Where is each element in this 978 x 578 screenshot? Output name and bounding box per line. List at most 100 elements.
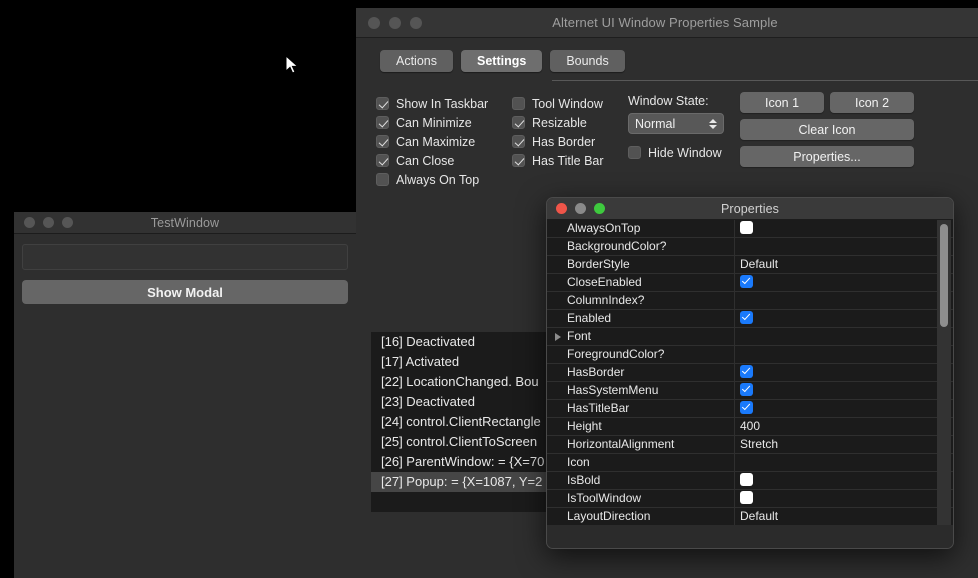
- checkbox-icon[interactable]: [740, 401, 753, 414]
- checkbox-icon[interactable]: [376, 97, 389, 110]
- checkbox-icon[interactable]: [512, 154, 525, 167]
- checkbox-hide-window[interactable]: Hide Window: [628, 143, 724, 162]
- checkbox-show-in-taskbar[interactable]: Show In Taskbar: [376, 94, 488, 113]
- checkbox-label: Show In Taskbar: [396, 97, 488, 111]
- minimize-icon[interactable]: [389, 17, 401, 29]
- close-icon[interactable]: [24, 217, 35, 228]
- properties-button[interactable]: Properties...: [740, 146, 914, 167]
- property-name: IsToolWindow: [547, 490, 735, 507]
- property-row[interactable]: BorderStyle Default: [547, 256, 953, 274]
- checkbox-icon[interactable]: [628, 146, 641, 159]
- checkbox-icon[interactable]: [740, 491, 753, 504]
- checkbox-icon[interactable]: [740, 221, 753, 234]
- property-value[interactable]: [735, 274, 953, 291]
- test-window-body: Show Modal: [14, 234, 356, 304]
- property-row[interactable]: IsBold: [547, 472, 953, 490]
- test-window-titlebar[interactable]: TestWindow: [14, 212, 356, 234]
- property-row[interactable]: Icon: [547, 454, 953, 472]
- property-value[interactable]: 400: [735, 418, 953, 435]
- property-value[interactable]: [735, 310, 953, 327]
- window-state-select[interactable]: Normal: [628, 113, 724, 134]
- property-row[interactable]: Height400: [547, 418, 953, 436]
- property-name: BorderStyle: [547, 256, 735, 273]
- main-window-traffic-lights[interactable]: [356, 17, 422, 29]
- property-value[interactable]: Default: [735, 508, 953, 525]
- property-row[interactable]: HasBorder: [547, 364, 953, 382]
- property-grid-scrollbar[interactable]: [937, 220, 951, 525]
- property-value[interactable]: [735, 472, 953, 489]
- checkbox-can-minimize[interactable]: Can Minimize: [376, 113, 488, 132]
- checkbox-icon[interactable]: [740, 365, 753, 378]
- properties-dialog[interactable]: Properties AlwaysOnTopBackgroundColor?Bo…: [546, 197, 954, 549]
- property-name: AlwaysOnTop: [547, 220, 735, 237]
- property-name: BackgroundColor?: [547, 238, 735, 255]
- checkbox-icon[interactable]: [376, 116, 389, 129]
- properties-dialog-titlebar[interactable]: Properties: [547, 198, 953, 220]
- checkbox-has-border[interactable]: Has Border: [512, 132, 604, 151]
- checkbox-icon[interactable]: [740, 275, 753, 288]
- property-row[interactable]: ColumnIndex?: [547, 292, 953, 310]
- clear-icon-button[interactable]: Clear Icon: [740, 119, 914, 140]
- property-row[interactable]: HorizontalAlignmentStretch: [547, 436, 953, 454]
- window-state-label: Window State:: [628, 94, 724, 108]
- properties-dialog-traffic-lights[interactable]: [547, 203, 605, 214]
- property-row[interactable]: HasSystemMenu: [547, 382, 953, 400]
- checkbox-tool-window[interactable]: Tool Window: [512, 94, 604, 113]
- icon-2-button[interactable]: Icon 2: [830, 92, 914, 113]
- checkbox-icon[interactable]: [512, 116, 525, 129]
- checkbox-icon[interactable]: [512, 135, 525, 148]
- property-name-label: BorderStyle: [567, 257, 630, 271]
- scrollbar-thumb[interactable]: [940, 224, 948, 327]
- property-value[interactable]: [735, 364, 953, 381]
- checkbox-has-title-bar[interactable]: Has Title Bar: [512, 151, 604, 170]
- property-row[interactable]: Font: [547, 328, 953, 346]
- maximize-icon[interactable]: [62, 217, 73, 228]
- checkbox-resizable[interactable]: Resizable: [512, 113, 604, 132]
- property-value[interactable]: Stretch: [735, 436, 953, 453]
- property-grid[interactable]: AlwaysOnTopBackgroundColor? BorderStyle De…: [547, 220, 953, 525]
- checkbox-icon[interactable]: [376, 154, 389, 167]
- property-row[interactable]: HasTitleBar: [547, 400, 953, 418]
- main-window-titlebar[interactable]: Alternet UI Window Properties Sample: [356, 8, 978, 38]
- property-row[interactable]: LayoutDirectionDefault: [547, 508, 953, 525]
- maximize-icon[interactable]: [594, 203, 605, 214]
- property-value[interactable]: [735, 490, 953, 507]
- tab-bounds[interactable]: Bounds: [550, 50, 624, 72]
- test-window-traffic-lights[interactable]: [14, 217, 73, 228]
- minimize-icon[interactable]: [575, 203, 586, 214]
- property-name-label: IsBold: [567, 473, 600, 487]
- checkbox-icon[interactable]: [512, 97, 525, 110]
- tab-bar[interactable]: Actions Settings Bounds: [356, 38, 978, 72]
- maximize-icon[interactable]: [410, 17, 422, 29]
- checkbox-icon[interactable]: [740, 383, 753, 396]
- property-value[interactable]: Default: [735, 256, 953, 273]
- property-row[interactable]: BackgroundColor?: [547, 238, 953, 256]
- close-icon[interactable]: [556, 203, 567, 214]
- tab-actions[interactable]: Actions: [380, 50, 453, 72]
- test-window-text-input[interactable]: [22, 244, 348, 270]
- checkbox-can-close[interactable]: Can Close: [376, 151, 488, 170]
- checkbox-icon[interactable]: [376, 135, 389, 148]
- checkbox-always-on-top[interactable]: Always On Top: [376, 170, 488, 189]
- test-window[interactable]: TestWindow Show Modal: [14, 212, 356, 578]
- checkbox-icon[interactable]: [740, 473, 753, 486]
- checkbox-icon[interactable]: [376, 173, 389, 186]
- property-row[interactable]: Enabled: [547, 310, 953, 328]
- icon-1-button[interactable]: Icon 1: [740, 92, 824, 113]
- property-value[interactable]: [735, 400, 953, 417]
- show-modal-button[interactable]: Show Modal: [22, 280, 348, 304]
- chevron-right-icon[interactable]: [555, 333, 561, 341]
- close-icon[interactable]: [368, 17, 380, 29]
- property-row[interactable]: CloseEnabled: [547, 274, 953, 292]
- property-name: CloseEnabled: [547, 274, 735, 291]
- checkbox-icon[interactable]: [740, 311, 753, 324]
- property-row[interactable]: AlwaysOnTop: [547, 220, 953, 238]
- property-value[interactable]: [735, 220, 953, 237]
- minimize-icon[interactable]: [43, 217, 54, 228]
- property-name-label: CloseEnabled: [567, 275, 642, 289]
- checkbox-can-maximize[interactable]: Can Maximize: [376, 132, 488, 151]
- property-row[interactable]: ForegroundColor?: [547, 346, 953, 364]
- property-row[interactable]: IsToolWindow: [547, 490, 953, 508]
- tab-settings[interactable]: Settings: [461, 50, 542, 72]
- property-value[interactable]: [735, 382, 953, 399]
